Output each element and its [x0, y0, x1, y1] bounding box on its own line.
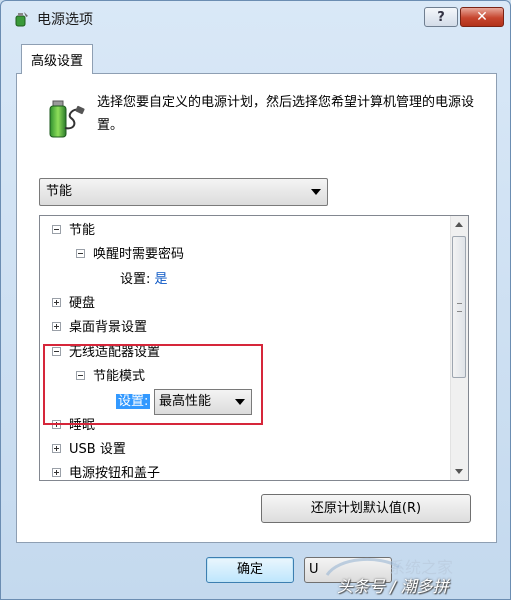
close-button[interactable]: ✕: [460, 7, 504, 27]
collapse-icon[interactable]: [76, 249, 85, 258]
scrollbar-thumb[interactable]: [452, 236, 466, 378]
window-title: 电源选项: [37, 12, 93, 28]
scroll-down-arrow-icon[interactable]: [451, 463, 467, 480]
restore-defaults-button[interactable]: 还原计划默认值(R): [261, 494, 471, 523]
settings-tree[interactable]: 节能 唤醒时需要密码 设置: 是 硬盘 桌面背景设置 无线适配器设置 节能模式 …: [39, 215, 469, 481]
power-options-icon: [15, 12, 28, 27]
battery-plug-icon: [49, 100, 85, 138]
tree-item-power-buttons-lid[interactable]: 电源按钮和盖子: [52, 463, 160, 480]
tree-item-wakeup-setting[interactable]: 设置: 是: [120, 269, 168, 291]
expand-icon[interactable]: [52, 298, 61, 307]
help-button[interactable]: ?: [424, 7, 458, 27]
scroll-up-arrow-icon[interactable]: [451, 216, 467, 233]
power-options-window: 电源选项 ? ✕ 高级设置 选择您要自定义的电源计划，然后选择您希望计算机管理的…: [0, 0, 511, 600]
description-text: 选择您要自定义的电源计划，然后选择您希望计算机管理的电源设置。: [97, 95, 475, 133]
tab-advanced-settings[interactable]: 高级设置: [21, 44, 93, 74]
tree-item-hard-disk[interactable]: 硬盘: [52, 293, 95, 315]
watermark-text: 头条号 / 潮多拼: [337, 577, 449, 596]
watermark: 系统之家 头条号 / 潮多拼: [319, 553, 509, 597]
title-bar[interactable]: 电源选项 ? ✕: [1, 1, 510, 35]
power-plan-select[interactable]: 节能: [39, 178, 328, 206]
expand-icon[interactable]: [52, 444, 61, 453]
expand-icon[interactable]: [52, 468, 61, 477]
tree-item-wakeup-password[interactable]: 唤醒时需要密码: [76, 244, 184, 266]
tree-item-energy-saver[interactable]: 节能: [52, 220, 95, 242]
vertical-scrollbar[interactable]: [450, 216, 468, 480]
setting-value-link[interactable]: 是: [155, 272, 168, 287]
power-plan-select-value: 节能: [46, 184, 73, 199]
collapse-icon[interactable]: [52, 225, 61, 234]
annotation-highlight-box: [43, 344, 263, 425]
ok-button[interactable]: 确定: [206, 557, 294, 583]
tree-item-desktop-background[interactable]: 桌面背景设置: [52, 317, 147, 339]
dropdown-arrow-icon: [311, 189, 321, 195]
expand-icon[interactable]: [52, 322, 61, 331]
tree-item-usb-settings[interactable]: USB 设置: [52, 439, 126, 461]
